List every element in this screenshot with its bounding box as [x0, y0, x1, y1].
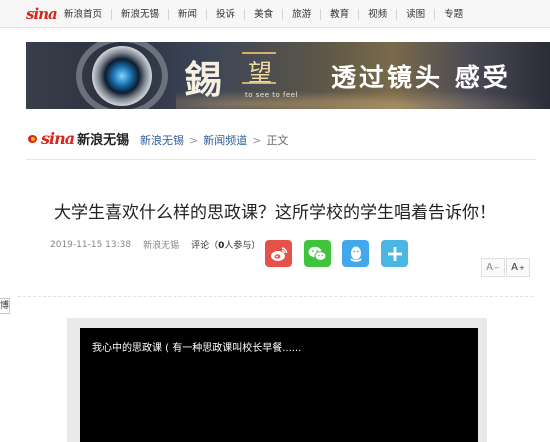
- share-more-button[interactable]: [381, 240, 408, 267]
- nav-item-education[interactable]: 教育: [320, 8, 358, 20]
- nav-item-news[interactable]: 新闻: [168, 8, 206, 20]
- comment-label: 评论（: [191, 241, 219, 251]
- article-meta: 2019-11-15 13:38 新浪无锡 评论（0人参与）: [50, 238, 260, 252]
- nav-item-photos[interactable]: 读图: [396, 8, 434, 20]
- comment-suffix: 人参与）: [224, 241, 261, 251]
- font-increase-label: A: [511, 262, 518, 273]
- side-weibo-tab[interactable]: 博: [0, 298, 10, 314]
- qq-icon: [350, 246, 361, 262]
- camera-lens-icon: [92, 46, 152, 106]
- more-icon: [387, 246, 402, 261]
- top-nav: sina 新浪首页 新浪无锡 新闻 投诉 美食 旅游 教育 视频 读图 专题: [0, 0, 550, 28]
- sina-logo[interactable]: sina: [26, 4, 58, 24]
- breadcrumb-separator: >: [189, 133, 199, 147]
- divider: [18, 296, 533, 297]
- breadcrumb: 新浪无锡 > 新闻频道 > 正文: [140, 132, 288, 148]
- nav-item-travel[interactable]: 旅游: [282, 8, 320, 20]
- banner-char-xi: 錫: [184, 57, 223, 102]
- nav-item-home[interactable]: 新浪首页: [58, 9, 111, 20]
- font-decrease-label: A: [486, 262, 493, 273]
- site-brand[interactable]: sina 新浪无锡: [26, 129, 129, 148]
- nav-item-complaint[interactable]: 投诉: [206, 8, 244, 20]
- banner-ad[interactable]: 錫 望 to see to feel 透过镜头 感受: [26, 42, 550, 109]
- font-decrease-button[interactable]: A −: [481, 258, 505, 277]
- font-increase-mark: +: [518, 263, 525, 272]
- brand-name: 新浪无锡: [77, 133, 130, 148]
- breadcrumb-link-wuxi[interactable]: 新浪无锡: [140, 132, 184, 148]
- share-qq-button[interactable]: [342, 240, 369, 267]
- nav-item-video[interactable]: 视频: [358, 8, 396, 20]
- weibo-icon: [270, 246, 287, 261]
- video-title: 我心中的思政课 ( 有一种思政课叫校长早餐......: [92, 343, 302, 354]
- article-source[interactable]: 新浪无锡: [143, 238, 179, 251]
- nav-item-topics[interactable]: 专题: [434, 8, 472, 20]
- breadcrumb-row: sina 新浪无锡 新浪无锡 > 新闻频道 > 正文: [26, 120, 536, 160]
- sina-logo-text: sina: [26, 5, 58, 23]
- wechat-icon: [308, 246, 327, 261]
- brand-sina-text: sina: [41, 129, 75, 148]
- article-datetime: 2019-11-15 13:38: [50, 239, 132, 250]
- banner-tagline: to see to feel: [245, 91, 299, 99]
- sina-eye-icon: [26, 134, 40, 144]
- video-player[interactable]: 我心中的思政课 ( 有一种思政课叫校长早餐......: [80, 328, 478, 442]
- share-weibo-button[interactable]: [265, 240, 292, 267]
- article-title: 大学生喜欢什么样的思政课？这所学校的学生唱着告诉你！: [54, 203, 496, 223]
- breadcrumb-current: 正文: [266, 134, 289, 147]
- nav-item-food[interactable]: 美食: [244, 8, 282, 20]
- banner-slogan: 透过镜头 感受: [331, 63, 511, 92]
- banner-char-wang: 望: [248, 59, 272, 87]
- font-increase-button[interactable]: A +: [506, 258, 530, 277]
- nav-item-wuxi[interactable]: 新浪无锡: [111, 8, 168, 20]
- share-wechat-button[interactable]: [304, 240, 331, 267]
- font-decrease-mark: −: [493, 263, 500, 272]
- top-nav-list: 新浪首页 新浪无锡 新闻 投诉 美食 旅游 教育 视频 读图 专题: [58, 0, 472, 28]
- breadcrumb-separator: >: [252, 133, 262, 147]
- breadcrumb-link-news[interactable]: 新闻频道: [203, 132, 247, 148]
- comment-link[interactable]: 评论（0人参与）: [191, 238, 260, 251]
